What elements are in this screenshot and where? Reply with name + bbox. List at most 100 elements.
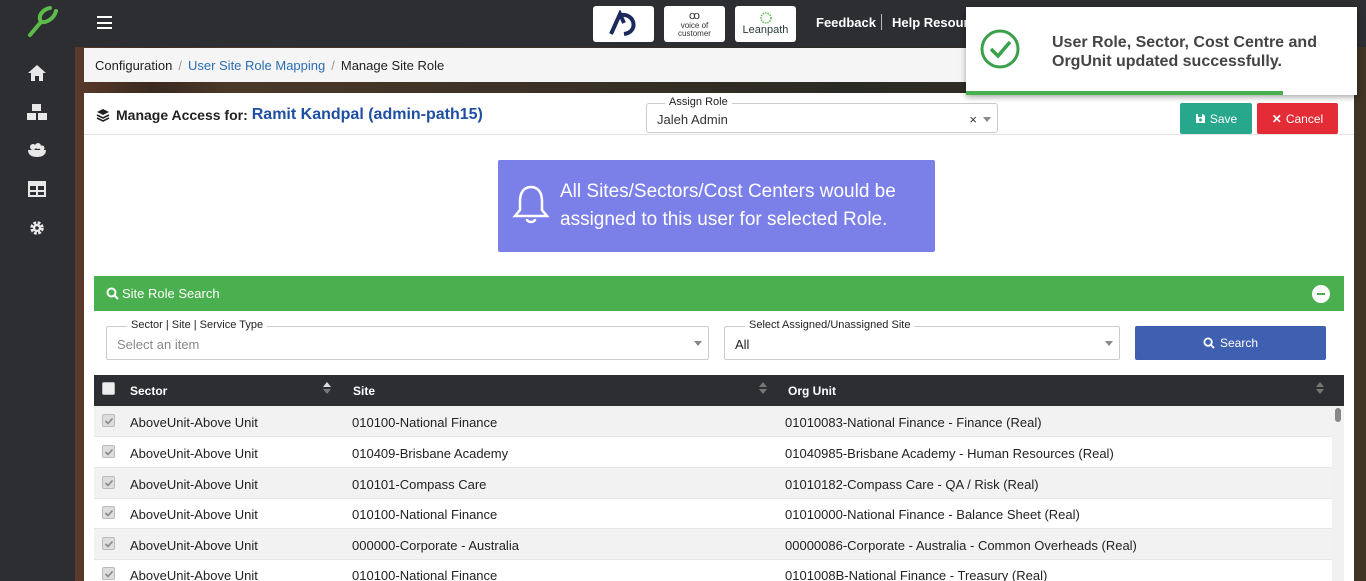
cell-site: 010100-National Finance xyxy=(352,568,498,581)
cell-org-unit: 01010000-National Finance - Balance Shee… xyxy=(785,507,1080,522)
voice-of-customer-logo[interactable]: ꝏ voice of customer xyxy=(664,6,725,42)
search-button-label: Search xyxy=(1219,336,1259,350)
cell-org-unit: 01010083-National Finance - Finance (Rea… xyxy=(785,415,1042,430)
assigned-unassigned-value: All xyxy=(735,337,750,352)
breadcrumb-user-site-role-mapping[interactable]: User Site Role Mapping xyxy=(188,58,325,73)
assign-role-value: Jaleh Admin xyxy=(657,112,728,127)
app-logo[interactable] xyxy=(24,5,60,39)
column-header-sector[interactable]: Sector xyxy=(130,384,167,398)
breadcrumb-manage-site-role: Manage Site Role xyxy=(340,57,445,73)
table-row[interactable]: AboveUnit-Above Unit 000000-Corporate - … xyxy=(94,529,1332,560)
table-row[interactable]: AboveUnit-Above Unit 010100-National Fin… xyxy=(94,559,1332,581)
cell-sector: AboveUnit-Above Unit xyxy=(130,568,258,581)
assign-role-select[interactable]: Assign Role Jaleh Admin × xyxy=(646,96,998,133)
table-scrollbar[interactable] xyxy=(1332,406,1344,581)
success-toast[interactable]: User Role, Sector, Cost Centre and OrgUn… xyxy=(966,7,1357,95)
search-icon xyxy=(1203,337,1215,349)
user-name: Ramit Kandpal (admin-path15) xyxy=(251,106,483,123)
sector-site-service-label: Sector | Site | Service Type xyxy=(127,319,268,331)
site-role-search-title: Site Role Search xyxy=(122,286,220,301)
topbar-divider xyxy=(881,14,882,30)
cell-sector: AboveUnit-Above Unit xyxy=(130,415,258,430)
voc-line2: customer xyxy=(678,28,711,38)
toast-progress-bar xyxy=(966,91,1283,95)
leanpath-logo[interactable]: Leanpath xyxy=(735,6,796,42)
check-circle-icon xyxy=(980,29,1020,72)
cell-site: 010101-Compass Care xyxy=(352,477,487,492)
breadcrumb-separator: / xyxy=(178,57,182,73)
assigned-unassigned-select[interactable]: Select Assigned/Unassigned Site All xyxy=(724,319,1120,360)
breadcrumb-configuration[interactable]: Configuration xyxy=(95,58,172,73)
info-alert: All Sites/Sectors/Cost Centers would be … xyxy=(498,160,935,252)
sort-icon[interactable] xyxy=(1316,382,1324,398)
cell-sector: AboveUnit-Above Unit xyxy=(130,477,258,492)
chevron-down-icon[interactable] xyxy=(1105,341,1113,346)
table-row[interactable]: AboveUnit-Above Unit 010101-Compass Care… xyxy=(94,468,1332,499)
column-header-site[interactable]: Site xyxy=(353,384,375,398)
sort-icon[interactable] xyxy=(323,382,331,398)
table-header: Sector Site Org Unit xyxy=(94,375,1344,406)
row-checkbox[interactable] xyxy=(102,445,115,458)
cancel-button[interactable]: ✕ Cancel xyxy=(1257,103,1338,134)
floppy-icon xyxy=(1195,114,1205,123)
select-all-checkbox[interactable] xyxy=(102,382,115,395)
collapse-minus-icon[interactable] xyxy=(1312,285,1330,303)
boxes-icon[interactable] xyxy=(26,101,48,123)
chevron-down-icon[interactable] xyxy=(694,341,702,346)
row-checkbox[interactable] xyxy=(102,414,115,427)
row-checkbox[interactable] xyxy=(102,506,115,519)
manage-access-title: Manage Access for: Ramit Kandpal (admin-… xyxy=(96,106,483,124)
scrollbar-thumb[interactable] xyxy=(1335,408,1341,422)
ad-logo[interactable] xyxy=(593,6,654,42)
table-row[interactable]: AboveUnit-Above Unit 010100-National Fin… xyxy=(94,406,1332,437)
cell-org-unit: 01010182-Compass Care - QA / Risk (Real) xyxy=(785,477,1039,492)
sector-site-service-placeholder: Select an item xyxy=(117,337,200,352)
search-icon xyxy=(106,287,119,300)
card-header: Manage Access for: Ramit Kandpal (admin-… xyxy=(84,93,1354,135)
feedback-link[interactable]: Feedback xyxy=(816,15,876,30)
clear-role-icon[interactable]: × xyxy=(969,112,977,127)
food-bowl-icon[interactable] xyxy=(26,139,48,161)
save-label: Save xyxy=(1209,111,1238,126)
table-row[interactable]: AboveUnit-Above Unit 010409-Brisbane Aca… xyxy=(94,437,1332,468)
close-icon: ✕ xyxy=(1271,111,1282,126)
sort-icon[interactable] xyxy=(759,382,767,398)
breadcrumb-separator: / xyxy=(331,57,335,73)
menu-toggle-icon[interactable] xyxy=(97,16,112,29)
alert-line-2: assigned to this user for selected Role. xyxy=(560,209,888,230)
cell-sector: AboveUnit-Above Unit xyxy=(130,446,258,461)
search-button[interactable]: Search xyxy=(1135,326,1326,360)
help-resources-link[interactable]: Help Resourc xyxy=(892,15,976,30)
home-icon[interactable] xyxy=(26,62,48,84)
layers-icon xyxy=(96,108,110,122)
table-row[interactable]: AboveUnit-Above Unit 010100-National Fin… xyxy=(94,498,1332,529)
row-checkbox[interactable] xyxy=(102,537,115,550)
save-button[interactable]: Save xyxy=(1180,103,1252,134)
sector-site-service-select[interactable]: Sector | Site | Service Type Select an i… xyxy=(106,319,709,360)
row-checkbox[interactable] xyxy=(102,567,115,580)
cell-site: 010409-Brisbane Academy xyxy=(352,446,509,461)
manage-access-card: Manage Access for: Ramit Kandpal (admin-… xyxy=(84,93,1354,581)
gear-icon[interactable] xyxy=(26,217,48,239)
cell-org-unit: 01040985-Brisbane Academy - Human Resour… xyxy=(785,446,1114,461)
column-header-org-unit[interactable]: Org Unit xyxy=(788,384,836,398)
chevron-down-icon[interactable] xyxy=(983,117,991,122)
site-role-search-header[interactable]: Site Role Search xyxy=(94,276,1344,311)
sidebar xyxy=(0,0,75,581)
cell-site: 010100-National Finance xyxy=(352,507,498,522)
table-icon[interactable] xyxy=(26,178,48,200)
assign-role-label: Assign Role xyxy=(665,96,732,108)
cell-org-unit: 00000086-Corporate - Australia - Common … xyxy=(785,538,1137,553)
cancel-label: Cancel xyxy=(1285,111,1324,126)
bell-icon xyxy=(512,184,550,229)
cell-site: 000000-Corporate - Australia xyxy=(352,538,519,553)
cell-org-unit: 0101008B-National Finance - Treasury (Re… xyxy=(785,568,1048,581)
assigned-unassigned-label: Select Assigned/Unassigned Site xyxy=(745,319,915,331)
toast-message: User Role, Sector, Cost Centre and OrgUn… xyxy=(1052,34,1317,70)
row-checkbox[interactable] xyxy=(102,476,115,489)
cell-sector: AboveUnit-Above Unit xyxy=(130,538,258,553)
cell-sector: AboveUnit-Above Unit xyxy=(130,507,258,522)
table-body: AboveUnit-Above Unit 010100-National Fin… xyxy=(94,406,1332,581)
leanpath-label: Leanpath xyxy=(742,24,789,36)
manage-access-label: Manage Access for: xyxy=(116,107,248,123)
